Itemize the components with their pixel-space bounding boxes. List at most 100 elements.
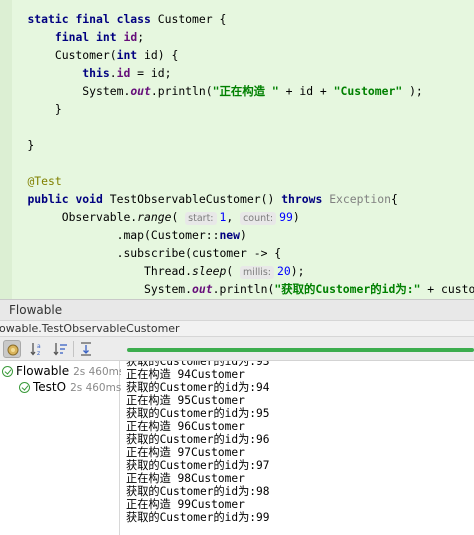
code-token: 20 [277,264,291,278]
svg-text:a: a [37,343,41,350]
passed-check-icon [19,382,30,393]
console-line: 正在构造 94Customer [126,368,245,381]
code-token: ); [290,264,305,278]
code-token: . [109,66,117,80]
code-token: final int [54,30,117,44]
code-token: this [82,66,110,80]
code-token: @Test [27,174,62,188]
code-area[interactable]: static final class Customer { final int … [0,0,474,299]
code-token: range [137,210,172,224]
code-line[interactable]: final int id; [0,28,144,46]
toggle-passed-button[interactable] [3,340,21,358]
code-line[interactable]: System.out.println("正在构造 " + id + "Custo… [0,82,423,100]
code-token: .println( [150,84,213,98]
expand-all-icon [81,342,91,356]
code-token: "获取的Customer的id为:" [274,282,421,296]
svg-text:z: z [37,350,40,357]
code-token: } [0,102,62,116]
code-token: public void [27,192,103,206]
run-configuration-path: owable.TestObservableCustomer [0,320,474,337]
code-line[interactable]: public void TestObservableCustomer() thr… [0,190,398,208]
code-token: "Customer" [333,84,403,98]
code-token: Thread. [0,264,193,278]
console-line: 正在构造 97Customer [126,446,245,459]
code-token: = id; [130,66,172,80]
console-output[interactable]: 获取的Customer的id为:93 正在构造 94Customer 获取的Cust… [121,361,474,535]
code-line[interactable]: System.out.println("获取的Customer的id为:" + … [0,280,474,298]
expand-all-button[interactable] [77,340,95,358]
console-line: 获取的Customer的id为:93 [126,361,270,368]
code-token: ( [226,264,241,278]
sort-alphabetically-button[interactable]: a z [29,340,47,358]
console-line: 获取的Customer的id为:99 [126,511,270,524]
code-token: id) { [137,48,179,62]
code-line[interactable]: this.id = id; [0,64,171,82]
console-line: 获取的Customer的id为:96 [126,433,270,446]
code-token: id [123,30,138,44]
sort-alpha-icon: a z [30,343,41,357]
code-token: out [192,282,213,296]
test-results-tree: Flowable 2s 460ms TestO 2s 460ms [0,361,124,535]
console-line: 获取的Customer的id为:95 [126,407,270,420]
code-token: 99 [279,210,293,224]
run-path-label: owable.TestObservableCustomer [0,322,180,335]
code-editor[interactable]: static final class Customer { final int … [0,0,474,299]
console-line: 获取的Customer的id为:97 [126,459,270,472]
console-line: 正在构造 98Customer [126,472,245,485]
console-line: 获取的Customer的id为:98 [126,485,270,498]
console-line: 获取的Customer的id为:94 [126,381,270,394]
code-token: static final class [27,12,151,26]
code-token: throws [281,192,323,206]
code-token: .map(Customer:: [0,228,220,242]
code-line[interactable]: .subscribe(customer -> { [0,244,282,262]
code-token: + id + [278,84,334,98]
code-token: ) [292,210,300,224]
code-line[interactable]: @Test [0,172,62,190]
tree-node-time: 2s 460ms [73,366,125,378]
parameter-hint: millis: [240,266,275,279]
test-progress-bar [127,348,474,352]
code-token: int [116,48,138,62]
tree-node-time: 2s 460ms [70,382,122,394]
console-line: 正在构造 95Customer [126,394,245,407]
tree-node-name: TestO [33,380,67,394]
code-line[interactable]: } [0,136,34,154]
code-token: .subscribe(customer -> { [0,246,282,260]
code-token: TestObservableCustomer() [102,192,282,206]
code-token: .println( [212,282,275,296]
code-line[interactable]: .map(Customer::new) [0,226,247,244]
code-token: { [390,192,398,206]
passed-check-icon [2,366,13,377]
code-token: id [116,66,131,80]
code-token: ) [240,228,247,242]
parameter-hint: start: [185,212,217,225]
tree-node-test[interactable]: TestO 2s 460ms [19,379,121,395]
code-token: + customer. [427,282,474,296]
code-token: , [226,210,241,224]
console-line: 正在构造 96Customer [126,420,245,433]
code-token: ; [137,30,145,44]
code-token: ( [171,210,186,224]
code-token: } [0,138,35,152]
code-line[interactable]: } [0,100,62,118]
code-line[interactable]: Observable.range( start: 1, count: 99) [0,208,300,226]
tree-node-flowable[interactable]: Flowable 2s 460ms [2,363,124,379]
parameter-hint: count: [240,212,277,225]
run-window-title-bar: Flowable [0,299,474,320]
tree-node-name: Flowable [16,364,70,378]
toolbar-separator [73,341,74,357]
code-line[interactable]: Customer(int id) { [0,46,178,64]
code-line[interactable]: Thread.sleep( millis: 20); [0,262,304,280]
code-token: Customer { [150,12,227,26]
code-token: Exception [329,192,391,206]
sort-by-duration-button[interactable] [52,340,70,358]
code-line[interactable]: static final class Customer { [0,10,226,28]
code-token: out [130,84,151,98]
run-window-title: Flowable [9,303,63,317]
console-line: 正在构造 99Customer [126,498,245,511]
sort-duration-icon [53,343,67,356]
code-token: ); [402,84,423,98]
